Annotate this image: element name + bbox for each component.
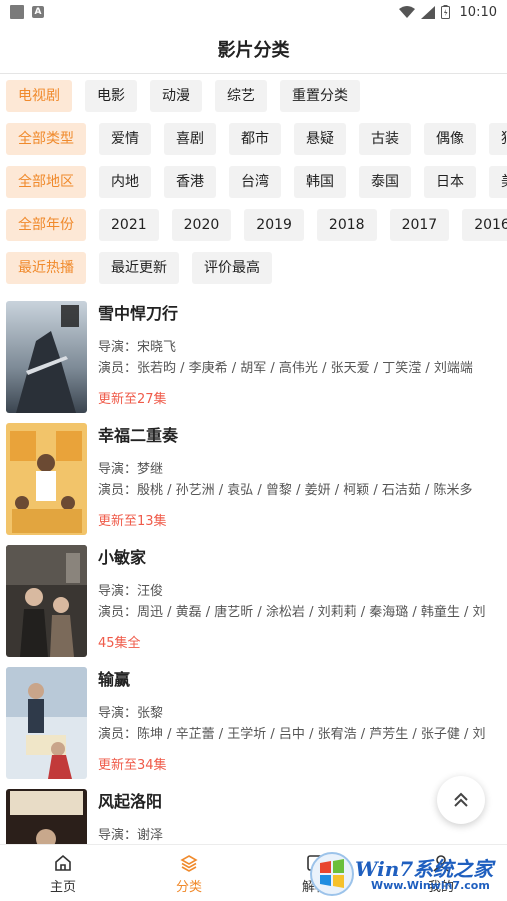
- wifi-icon: [398, 5, 415, 18]
- chip-region-all[interactable]: 全部地区: [6, 166, 86, 198]
- notification-icon: [10, 5, 24, 19]
- nav-home[interactable]: 主页: [0, 845, 126, 901]
- episode-status: 更新至13集: [98, 514, 167, 529]
- chip-region-usa[interactable]: 美国: [489, 166, 507, 198]
- chip-region-taiwan[interactable]: 台湾: [229, 166, 281, 198]
- chip-category-variety[interactable]: 综艺: [215, 80, 267, 112]
- episode-status: 更新至27集: [98, 392, 167, 407]
- movie-director: 导演：梦继: [98, 462, 164, 477]
- filter-row-region: 全部地区内地香港台湾韩国泰国日本美国: [0, 166, 507, 202]
- poster-image[interactable]: [6, 545, 87, 657]
- movie-title[interactable]: 小敏家: [98, 545, 507, 571]
- chip-sort-hot[interactable]: 最近热播: [6, 252, 86, 284]
- chip-region-japan[interactable]: 日本: [424, 166, 476, 198]
- movie-director: 导演：汪俊: [98, 584, 164, 599]
- poster-image[interactable]: [6, 301, 87, 413]
- movie-actors: 演员：张若昀 / 李庚希 / 胡军 / 高伟光 / 张天爱 / 丁笑滢 / 刘端…: [98, 361, 473, 376]
- episode-status: 更新至34集: [98, 758, 167, 773]
- filter-panel: 电视剧电影动漫综艺重置分类 全部类型爱情喜剧都市悬疑古装偶像犯罪 全部地区内地香…: [0, 80, 507, 295]
- poster-image[interactable]: [6, 789, 87, 844]
- battery-icon: [440, 5, 450, 19]
- layers-icon: [180, 855, 198, 872]
- chip-year-all[interactable]: 全部年份: [6, 209, 86, 241]
- nav-category[interactable]: 分类: [126, 845, 252, 901]
- chip-sort-latest[interactable]: 最近更新: [99, 252, 179, 284]
- watermark-url: Www.Winwin7.com: [371, 879, 490, 892]
- list-item[interactable]: 风起洛阳 导演：谢泽: [0, 786, 507, 844]
- list-item[interactable]: 小敏家 导演：汪俊 演员：周迅 / 黄磊 / 唐艺昕 / 涂松岩 / 刘莉莉 /…: [0, 542, 507, 664]
- poster-image[interactable]: [6, 667, 87, 779]
- movie-director: 导演：张黎: [98, 706, 164, 721]
- chip-year-2018[interactable]: 2018: [316, 209, 377, 241]
- chip-year-2020[interactable]: 2020: [171, 209, 232, 241]
- chip-year-2021[interactable]: 2021: [99, 209, 159, 241]
- movie-director: 导演：宋晓飞: [98, 340, 177, 355]
- watermark: Win7系统之家 Www.Winwin7.com: [307, 849, 507, 901]
- chip-type-crime[interactable]: 犯罪: [489, 123, 507, 155]
- movie-list: 雪中悍刀行 导演：宋晓飞 演员：张若昀 / 李庚希 / 胡军 / 高伟光 / 张…: [0, 298, 507, 844]
- chip-region-thailand[interactable]: 泰国: [359, 166, 411, 198]
- episode-status: 45集全: [98, 636, 141, 651]
- chip-sort-rating[interactable]: 评价最高: [192, 252, 272, 284]
- chip-year-2017[interactable]: 2017: [389, 209, 450, 241]
- watermark-text: Win7系统之家: [355, 857, 494, 881]
- movie-director: 导演：谢泽: [98, 828, 164, 843]
- chip-year-2019[interactable]: 2019: [244, 209, 304, 241]
- nav-label: 主页: [49, 880, 76, 895]
- filter-row-sort: 最近热播 最近更新 评价最高: [0, 252, 507, 288]
- chip-region-mainland[interactable]: 内地: [99, 166, 151, 198]
- chip-year-2016[interactable]: 2016: [462, 209, 507, 241]
- list-item[interactable]: 幸福二重奏 导演：梦继 演员：殷桃 / 孙艺洲 / 袁弘 / 曾黎 / 姜妍 /…: [0, 420, 507, 542]
- chip-type-comedy[interactable]: 喜剧: [164, 123, 216, 155]
- poster-image[interactable]: [6, 423, 87, 535]
- movie-actors: 演员：陈坤 / 辛芷蕾 / 王学圻 / 吕中 / 张宥浩 / 芦芳生 / 张子健…: [98, 727, 486, 742]
- movie-title[interactable]: 雪中悍刀行: [98, 301, 507, 327]
- list-item[interactable]: 雪中悍刀行 导演：宋晓飞 演员：张若昀 / 李庚希 / 胡军 / 高伟光 / 张…: [0, 298, 507, 420]
- filter-row-type: 全部类型爱情喜剧都市悬疑古装偶像犯罪: [0, 123, 507, 159]
- chip-category-movie[interactable]: 电影: [85, 80, 137, 112]
- movie-actors: 演员：周迅 / 黄磊 / 唐艺昕 / 涂松岩 / 刘莉莉 / 秦海璐 / 韩童生…: [98, 605, 486, 620]
- signal-icon: [420, 5, 435, 19]
- status-bar: A 10:10: [0, 0, 507, 24]
- nav-label: 分类: [175, 880, 202, 895]
- clock: 10:10: [459, 4, 497, 20]
- home-icon: [55, 854, 71, 871]
- double-chevron-up-icon: [454, 792, 468, 807]
- chip-category-anime[interactable]: 动漫: [150, 80, 202, 112]
- chip-type-all[interactable]: 全部类型: [6, 123, 86, 155]
- movie-title[interactable]: 幸福二重奏: [98, 423, 507, 449]
- scroll-to-top-button[interactable]: [437, 776, 485, 824]
- page-title: 影片分类: [217, 39, 290, 61]
- chip-type-costume[interactable]: 古装: [359, 123, 411, 155]
- chip-region-hongkong[interactable]: 香港: [164, 166, 216, 198]
- filter-row-category: 电视剧 电影 动漫 综艺 重置分类: [0, 80, 507, 116]
- chip-category-tv[interactable]: 电视剧: [6, 80, 72, 112]
- filter-row-year: 全部年份 2021 2020 2019 2018 2017 2016: [0, 209, 507, 245]
- chip-region-korea[interactable]: 韩国: [294, 166, 346, 198]
- movie-actors: 演员：殷桃 / 孙艺洲 / 袁弘 / 曾黎 / 姜妍 / 柯颖 / 石洁茹 / …: [98, 483, 473, 498]
- header: 影片分类: [0, 24, 507, 74]
- chip-type-urban[interactable]: 都市: [229, 123, 281, 155]
- chip-type-suspense[interactable]: 悬疑: [294, 123, 346, 155]
- chip-type-idol[interactable]: 偶像: [424, 123, 476, 155]
- movie-title[interactable]: 输赢: [98, 667, 507, 693]
- app-notification-icon: A: [32, 6, 44, 18]
- windows-logo-icon: [310, 852, 354, 896]
- reset-filter-button[interactable]: 重置分类: [280, 80, 360, 112]
- list-item[interactable]: 输赢 导演：张黎 演员：陈坤 / 辛芷蕾 / 王学圻 / 吕中 / 张宥浩 / …: [0, 664, 507, 786]
- chip-type-romance[interactable]: 爱情: [99, 123, 151, 155]
